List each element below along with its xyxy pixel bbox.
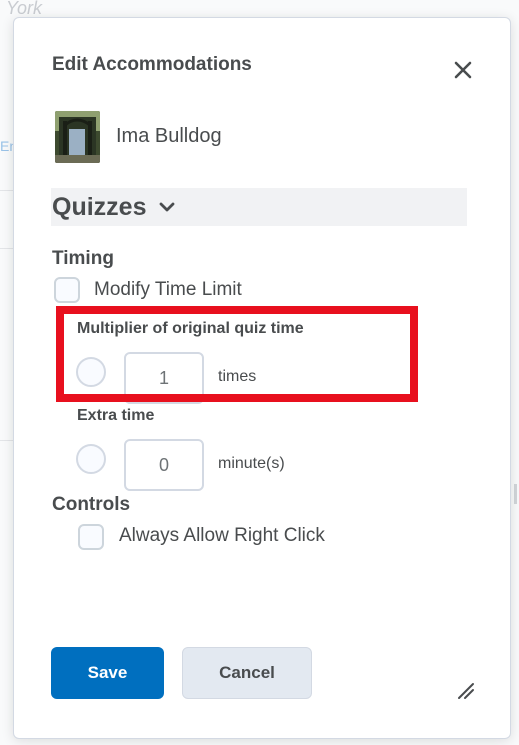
multiplier-radio[interactable] [76,357,106,387]
modify-time-limit-checkbox[interactable] [54,277,80,303]
avatar [55,111,100,163]
multiplier-input[interactable] [124,352,204,404]
always-allow-right-click-checkbox[interactable] [78,524,104,550]
always-allow-right-click-label: Always Allow Right Click [119,525,325,546]
chevron-down-icon [158,198,176,216]
cancel-button[interactable]: Cancel [182,647,312,699]
extra-time-radio[interactable] [76,444,106,474]
extra-time-input[interactable] [124,439,204,491]
close-button[interactable] [451,58,475,82]
background-scrollbar-hint [514,484,517,504]
multiplier-unit: times [218,368,257,385]
dialog-title: Edit Accommodations [52,54,252,75]
quizzes-section-toggle[interactable]: Quizzes [51,188,467,226]
background-divider [0,440,13,441]
background-divider [0,190,13,191]
save-button[interactable]: Save [51,647,164,699]
multiplier-label: Multiplier of original quiz time [77,320,304,337]
close-icon [454,61,472,79]
modify-time-limit-label: Modify Time Limit [94,279,242,300]
controls-label: Controls [52,494,131,515]
section-title: Quizzes [52,192,147,221]
extra-time-label: Extra time [77,407,155,424]
timing-label: Timing [52,248,114,269]
edit-accommodations-dialog: Edit Accommodations Ima Bulldog Quizzes … [13,17,511,739]
background-divider [0,248,13,249]
resize-grip-icon[interactable] [455,680,475,700]
user-name: Ima Bulldog [116,125,222,147]
extra-time-unit: minute(s) [218,455,285,472]
